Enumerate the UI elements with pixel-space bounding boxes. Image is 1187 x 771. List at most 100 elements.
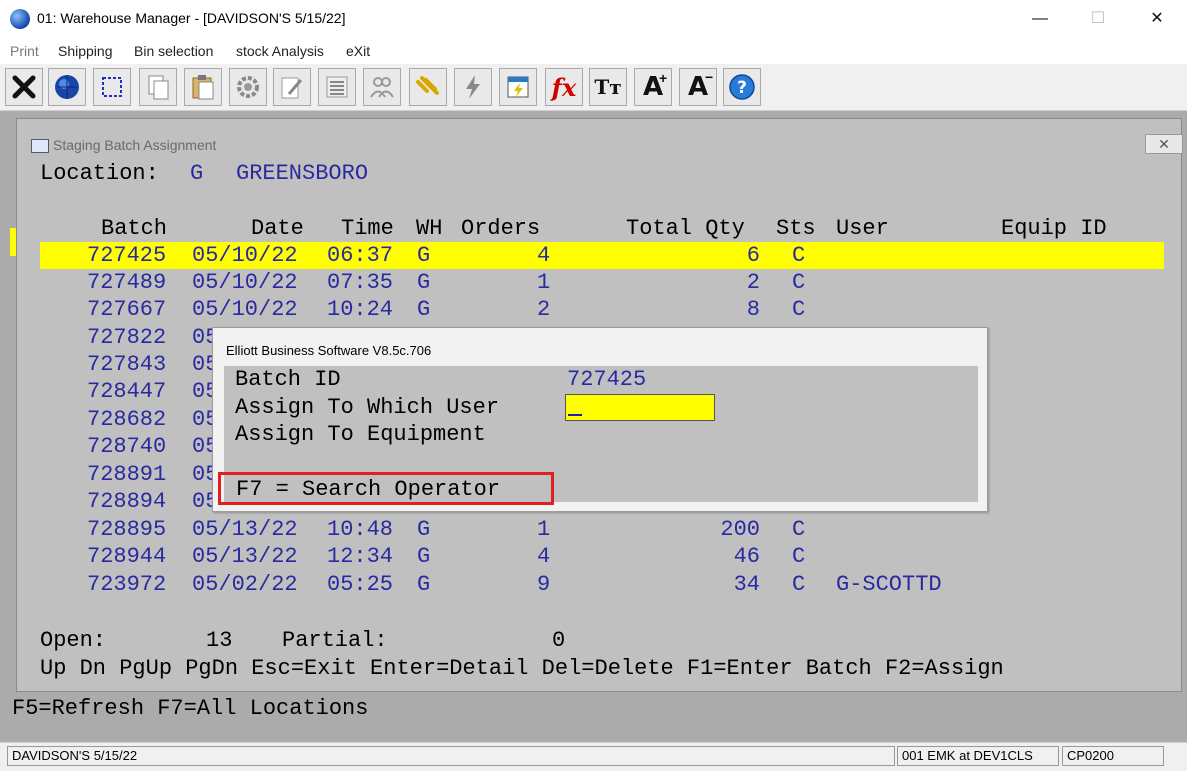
font-smaller-icon[interactable]: A −: [679, 68, 717, 106]
lightning-icon[interactable]: [454, 68, 492, 106]
table-row[interactable]: 727667 05/10/22 10:24 G 2 8 C: [40, 296, 1164, 323]
qty-cell: 8: [746, 297, 760, 322]
batch-cell: 728894: [87, 489, 167, 514]
partial-count: 0: [552, 628, 566, 653]
help-glyph: ?: [737, 78, 747, 98]
help-icon[interactable]: ?: [723, 68, 761, 106]
batch-cell: 728895: [87, 517, 167, 542]
menu-shipping[interactable]: Shipping: [58, 43, 113, 59]
wh-cell: G: [417, 243, 431, 268]
calculator-icon[interactable]: [499, 68, 537, 106]
maximize-button[interactable]: ☐: [1068, 0, 1128, 38]
sts-cell: C: [792, 297, 806, 322]
sts-cell: C: [792, 270, 806, 295]
location-label: Location:: [40, 161, 159, 186]
time-cell: 06:37: [327, 243, 394, 268]
edit-icon[interactable]: [273, 68, 311, 106]
window-title: 01: Warehouse Manager - [DAVIDSON'S 5/15…: [37, 10, 346, 26]
fx-glyph: fx: [551, 72, 577, 102]
status-user: 001 EMK at DEV1CLS: [897, 746, 1059, 766]
wh-cell: G: [417, 517, 431, 542]
open-count: 13: [206, 628, 233, 653]
col-user: User: [836, 216, 889, 241]
col-orders: Orders: [461, 216, 541, 241]
time-cell: 07:35: [327, 270, 394, 295]
list-icon[interactable]: [318, 68, 356, 106]
table-row[interactable]: 727489 05/10/22 07:35 G 1 2 C: [40, 269, 1164, 296]
menu-exit[interactable]: eXit: [346, 43, 370, 59]
wh-cell: G: [417, 544, 431, 569]
assign-equipment-label: Assign To Equipment: [235, 422, 486, 447]
paste-icon[interactable]: [184, 68, 222, 106]
time-cell: 05:25: [327, 572, 394, 597]
fx-icon[interactable]: fx: [545, 68, 583, 106]
window-icon: [31, 139, 49, 153]
minimize-button[interactable]: —: [1010, 0, 1070, 38]
qty-cell: 2: [746, 270, 760, 295]
date-cell: 05/10/22: [192, 297, 298, 322]
table-row[interactable]: 728944 05/13/22 12:34 G 4 46 C: [40, 543, 1164, 570]
sts-cell: C: [792, 572, 806, 597]
child-window-title: Staging Batch Assignment: [53, 137, 217, 153]
text-cursor: [568, 414, 582, 416]
partial-label: Partial:: [282, 628, 388, 653]
batch-cell: 728682: [87, 407, 167, 432]
batch-cell: 727822: [87, 325, 167, 350]
date-cell: 05/13/22: [192, 517, 298, 542]
menu-stock-analysis[interactable]: stock Analysis: [236, 43, 324, 59]
minus-mark-icon: −: [705, 69, 714, 85]
col-total-qty: Total Qty: [626, 216, 745, 241]
batch-cell: 727667: [87, 297, 167, 322]
table-row[interactable]: 723972 05/02/22 05:25 G 9 34 C G-SCOTTD: [40, 571, 1164, 598]
font-bigger-icon[interactable]: A +: [634, 68, 672, 106]
batch-cell: 723972: [87, 572, 167, 597]
date-cell: 05/02/22: [192, 572, 298, 597]
menu-print[interactable]: Print: [10, 43, 39, 59]
wh-cell: G: [417, 270, 431, 295]
batch-cell: 728740: [87, 434, 167, 459]
text-size-glyph: Tт: [594, 75, 622, 99]
select-rect-icon[interactable]: [93, 68, 131, 106]
globe-icon[interactable]: [48, 68, 86, 106]
close-x-icon[interactable]: [5, 68, 43, 106]
user-cell: G-SCOTTD: [836, 572, 942, 597]
qty-cell: 34: [733, 572, 760, 597]
menu-bin-selection[interactable]: Bin selection: [134, 43, 213, 59]
background-keys-line: F5=Refresh F7=All Locations: [12, 696, 369, 721]
wh-cell: G: [417, 572, 431, 597]
child-close-button[interactable]: ✕: [1145, 134, 1183, 154]
col-time: Time: [341, 216, 394, 241]
status-company: DAVIDSON'S 5/15/22: [7, 746, 895, 766]
date-cell: 05/10/22: [192, 243, 298, 268]
plus-mark-icon: +: [659, 70, 668, 86]
batch-id-label: Batch ID: [235, 367, 341, 392]
sts-cell: C: [792, 243, 806, 268]
gear-icon[interactable]: [229, 68, 267, 106]
text-size-icon[interactable]: Tт: [589, 68, 627, 106]
orders-cell: 9: [537, 572, 551, 597]
users-icon[interactable]: [363, 68, 401, 106]
status-program: CP0200: [1062, 746, 1164, 766]
orders-cell: 1: [537, 270, 551, 295]
batch-cell: 728891: [87, 462, 167, 487]
qty-cell: 6: [746, 243, 760, 268]
assign-user-input[interactable]: [565, 394, 715, 421]
open-label: Open:: [40, 628, 107, 653]
orders-cell: 4: [537, 243, 551, 268]
app-globe-icon: [10, 9, 30, 29]
time-cell: 12:34: [327, 544, 394, 569]
link-icon[interactable]: [409, 68, 447, 106]
col-batch: Batch: [101, 216, 168, 241]
table-row[interactable]: 728895 05/13/22 10:48 G 1 200 C: [40, 516, 1164, 543]
batch-id-value: 727425: [567, 367, 647, 392]
col-date: Date: [251, 216, 304, 241]
location-code: G: [190, 161, 204, 186]
col-equip: Equip ID: [1001, 216, 1107, 241]
col-sts: Sts: [776, 216, 816, 241]
batch-cell: 727843: [87, 352, 167, 377]
qty-cell: 46: [733, 544, 760, 569]
copy-icon[interactable]: [139, 68, 177, 106]
close-window-button[interactable]: ✕: [1127, 0, 1187, 38]
batch-cell: 728944: [87, 544, 167, 569]
table-row[interactable]: 727425 05/10/22 06:37 G 4 6 C: [40, 242, 1164, 269]
